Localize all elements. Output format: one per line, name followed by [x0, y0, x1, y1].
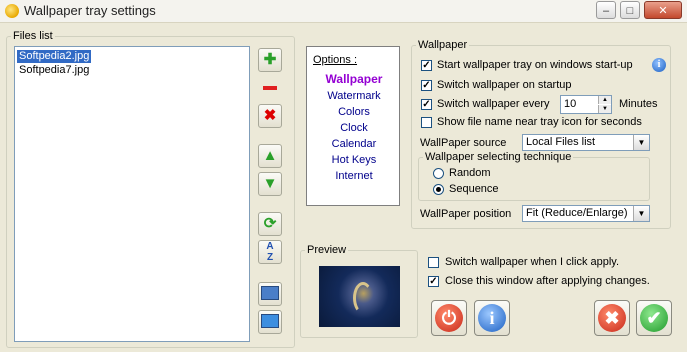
random-label: Random [449, 167, 491, 179]
show-name-label: Show file name near tray icon for second… [437, 116, 642, 128]
position-label: WallPaper position [420, 208, 512, 220]
random-radio[interactable] [433, 168, 444, 179]
option-hot-keys[interactable]: Hot Keys [307, 154, 401, 166]
monitor-button[interactable] [258, 282, 282, 306]
option-watermark[interactable]: Watermark [307, 90, 401, 102]
power-button[interactable]: ⏻ [431, 300, 467, 336]
switch-click-checkbox[interactable] [428, 257, 439, 268]
sort-az-icon: AZ [266, 241, 274, 263]
power-icon: ⏻ [435, 304, 463, 332]
move-down-button[interactable]: ▼ [258, 172, 282, 196]
switch-click-label: Switch wallpaper when I click apply. [445, 256, 620, 268]
preview-label: Preview [307, 244, 347, 256]
options-panel: Options : Wallpaper Watermark Colors Clo… [306, 46, 400, 206]
refresh-icon: ⟳ [263, 215, 277, 232]
close-after-checkbox[interactable]: ✓ [428, 276, 439, 287]
cancel-button[interactable]: ✖ [594, 300, 630, 336]
list-item[interactable]: Softpedia7.jpg [17, 64, 91, 77]
chevron-down-icon: ▼ [633, 206, 649, 221]
wallpaper-icon [261, 314, 279, 328]
switch-startup-label: Switch wallpaper on startup [437, 79, 572, 91]
delete-icon: ✖ [263, 107, 277, 124]
maximize-button[interactable]: □ [620, 1, 640, 19]
interval-spin-up[interactable]: ▲ [598, 96, 611, 104]
apply-button[interactable]: ✔ [636, 300, 672, 336]
check-icon: ✔ [640, 304, 668, 332]
info-icon: i [478, 304, 506, 332]
refresh-button[interactable]: ⟳ [258, 212, 282, 236]
plus-icon: ✚ [263, 51, 277, 68]
option-calendar[interactable]: Calendar [307, 138, 401, 150]
sequence-label: Sequence [449, 183, 499, 195]
switch-every-checkbox[interactable]: ✓ [421, 99, 432, 110]
preview-image [319, 266, 400, 327]
app-icon [5, 4, 19, 18]
start-tray-label: Start wallpaper tray on windows start-up [437, 59, 633, 71]
option-clock[interactable]: Clock [307, 122, 401, 134]
set-wallpaper-button[interactable] [258, 310, 282, 334]
minus-icon [263, 86, 277, 90]
source-label: WallPaper source [420, 137, 507, 149]
close-after-label: Close this window after applying changes… [445, 275, 650, 287]
switch-startup-checkbox[interactable]: ✓ [421, 80, 432, 91]
technique-label: Wallpaper selecting technique [425, 151, 572, 163]
delete-file-button[interactable]: ✖ [258, 104, 282, 128]
chevron-down-icon: ▼ [633, 135, 649, 150]
show-name-checkbox[interactable] [421, 117, 432, 128]
interval-value: 10 [564, 98, 577, 110]
options-header: Options : [313, 54, 358, 66]
minimize-button[interactable]: – [596, 1, 616, 19]
option-wallpaper[interactable]: Wallpaper [307, 72, 401, 86]
info-button[interactable]: i [474, 300, 510, 336]
cancel-icon: ✖ [598, 304, 626, 332]
source-select[interactable]: Local Files list ▼ [522, 134, 650, 151]
interval-spin-down[interactable]: ▼ [598, 105, 611, 113]
position-value: Fit (Reduce/Enlarge) [526, 207, 628, 219]
help-icon[interactable]: i [652, 58, 666, 72]
sequence-radio[interactable] [433, 184, 444, 195]
interval-unit: Minutes [619, 98, 658, 110]
title-bar: Wallpaper tray settings – □ ✕ [0, 0, 687, 23]
arrow-up-icon: ▲ [262, 147, 278, 164]
list-item[interactable]: Softpedia2.jpg [17, 50, 92, 63]
files-list-label: Files list [13, 30, 53, 42]
remove-file-button[interactable] [258, 77, 282, 101]
files-listbox[interactable]: Softpedia2.jpg Softpedia7.jpg [14, 46, 250, 342]
wallpaper-group-label: Wallpaper [418, 39, 468, 51]
add-file-button[interactable]: ✚ [258, 48, 282, 72]
close-button[interactable]: ✕ [644, 1, 682, 19]
option-colors[interactable]: Colors [307, 106, 401, 118]
move-up-button[interactable]: ▲ [258, 144, 282, 168]
position-select[interactable]: Fit (Reduce/Enlarge) ▼ [522, 205, 650, 222]
start-tray-checkbox[interactable]: ✓ [421, 60, 432, 71]
monitor-icon [261, 286, 279, 300]
window-title: Wallpaper tray settings [24, 3, 156, 18]
interval-field[interactable]: 10 ▲ ▼ [560, 95, 612, 114]
option-internet[interactable]: Internet [307, 170, 401, 182]
switch-every-label: Switch wallpaper every [437, 98, 550, 110]
source-value: Local Files list [526, 136, 596, 148]
arrow-down-icon: ▼ [262, 175, 278, 192]
sort-button[interactable]: AZ [258, 240, 282, 264]
